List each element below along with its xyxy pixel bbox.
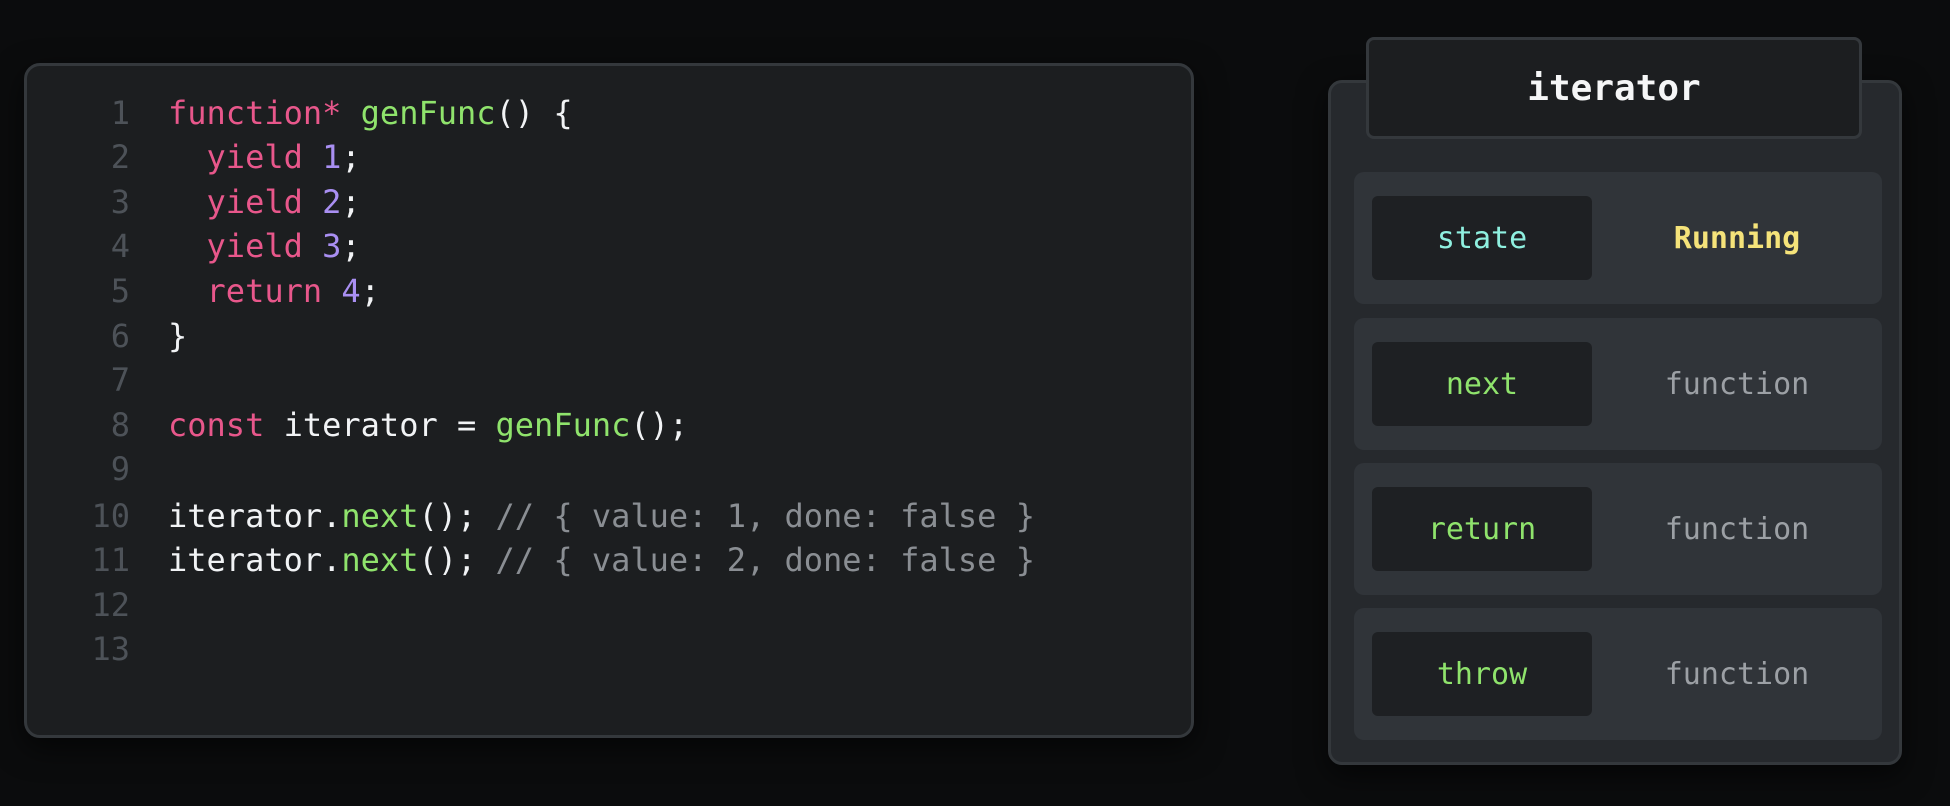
- code-token: ;: [341, 138, 361, 176]
- property-value-state: Running: [1673, 220, 1801, 256]
- line-source: yield 3;: [168, 227, 361, 265]
- line-number: 13: [91, 630, 130, 668]
- property-key-return: return: [1372, 487, 1592, 571]
- property-row-throw: throw function: [1354, 608, 1882, 740]
- code-line: 5 return 4;: [27, 271, 1191, 311]
- code-line: 1 function* genFunc() {: [27, 93, 1191, 133]
- property-value-next: function: [1664, 366, 1810, 402]
- property-row-return: return function: [1354, 463, 1882, 595]
- code-line: 12: [27, 585, 1191, 625]
- code-editor: 1 function* genFunc() {2 yield 1; 3 yield …: [24, 63, 1194, 738]
- code-token: 1: [322, 138, 342, 176]
- line-source: function* genFunc() {: [168, 94, 573, 132]
- code-line: 10 iterator.next(); // { value: 1, done: …: [27, 496, 1191, 536]
- code-token: ;: [341, 183, 361, 221]
- code-token: genFunc: [495, 406, 631, 444]
- code-token: ;: [360, 272, 380, 310]
- code-line: 4 yield 3;: [27, 226, 1191, 266]
- code-line: 7: [27, 360, 1191, 400]
- code-token: genFunc: [360, 94, 496, 132]
- code-token: 3: [322, 227, 342, 265]
- property-key-throw: throw: [1372, 632, 1592, 716]
- code-token: }: [168, 317, 188, 355]
- code-line: 8 const iterator = genFunc();: [27, 405, 1191, 445]
- property-key-state: state: [1372, 196, 1592, 280]
- property-key-next: next: [1372, 342, 1592, 426]
- line-number: 7: [110, 361, 130, 399]
- line-number: 11: [91, 541, 130, 579]
- property-value-throw: function: [1664, 656, 1810, 692]
- code-token: function*: [168, 94, 342, 132]
- line-source: yield 1;: [168, 138, 361, 176]
- line-source: }: [168, 317, 187, 355]
- property-value-return: function: [1664, 511, 1810, 547]
- line-source: return 4;: [168, 272, 380, 310]
- iterator-title: iterator: [1366, 37, 1862, 139]
- property-row-state: state Running: [1354, 172, 1882, 304]
- code-token: ();: [418, 541, 496, 579]
- line-number: 3: [110, 183, 130, 221]
- code-token: next: [341, 497, 419, 535]
- code-line: 6}: [27, 316, 1191, 356]
- code-token: // { value: 2, done: false }: [495, 541, 1035, 579]
- line-number: 1: [110, 94, 130, 132]
- code-token: next: [341, 541, 419, 579]
- code-line: 9: [27, 449, 1191, 489]
- line-number: 12: [91, 586, 130, 624]
- code-token: const: [168, 406, 265, 444]
- code-token: ;: [341, 227, 361, 265]
- line-number: 10: [91, 497, 130, 535]
- code-line: 13: [27, 629, 1191, 669]
- code-token: ();: [630, 406, 689, 444]
- code-token: 4: [341, 272, 361, 310]
- code-token: return: [206, 272, 323, 310]
- code-line: 2 yield 1;: [27, 137, 1191, 177]
- code-line: 11 iterator.next(); // { value: 2, done: …: [27, 540, 1191, 580]
- code-token: iterator.: [168, 497, 342, 535]
- code-line: 3 yield 2;: [27, 182, 1191, 222]
- code-token: yield: [206, 183, 303, 221]
- line-number: 4: [110, 227, 130, 265]
- line-source: iterator.next(); // { value: 1, done: fa…: [168, 497, 1035, 535]
- line-number: 2: [110, 138, 130, 176]
- code-token: iterator.: [168, 541, 342, 579]
- line-source: yield 2;: [168, 183, 361, 221]
- line-number: 9: [110, 450, 130, 488]
- code-token: iterator =: [264, 406, 496, 444]
- code-token: () {: [495, 94, 573, 132]
- line-number: 6: [110, 317, 130, 355]
- line-source: iterator.next(); // { value: 2, done: fa…: [168, 541, 1035, 579]
- code-token: // { value: 1, done: false }: [495, 497, 1035, 535]
- line-source: const iterator = genFunc();: [168, 406, 688, 444]
- line-number: 8: [110, 406, 130, 444]
- code-token: 2: [322, 183, 342, 221]
- property-row-next: next function: [1354, 318, 1882, 450]
- code-token: yield: [206, 227, 303, 265]
- line-number: 5: [110, 272, 130, 310]
- code-token: yield: [206, 138, 303, 176]
- code-token: ();: [418, 497, 496, 535]
